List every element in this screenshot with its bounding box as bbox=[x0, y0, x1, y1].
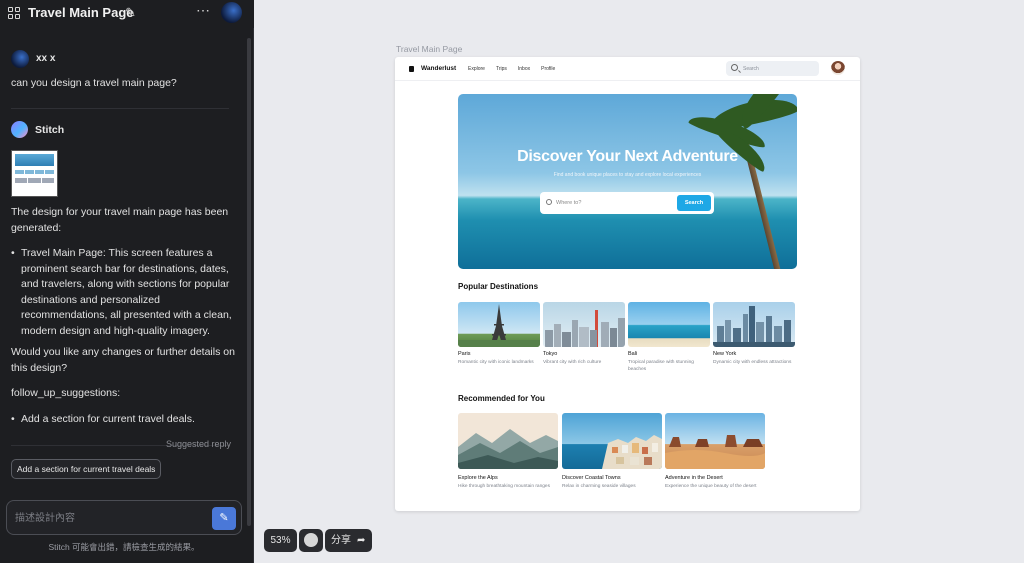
destination-desc: Dynamic city with endless attractions bbox=[713, 360, 792, 365]
message-divider bbox=[11, 108, 229, 109]
destination-name: Bali bbox=[628, 351, 638, 357]
nav-link-explore[interactable]: Explore bbox=[468, 66, 485, 72]
zoom-level-button[interactable]: 53% bbox=[264, 529, 297, 552]
suggested-reply-label: Suggested reply bbox=[166, 439, 232, 449]
alps-image bbox=[458, 413, 558, 469]
account-avatar[interactable] bbox=[221, 2, 242, 23]
recommendation-card[interactable]: Adventure in the Desert Experience the u… bbox=[665, 413, 765, 490]
design-thumbnail[interactable] bbox=[11, 150, 58, 197]
new-york-image bbox=[713, 302, 795, 347]
prompt-input-box: ✎ bbox=[6, 500, 242, 535]
user-avatar bbox=[11, 50, 29, 68]
chat-scrollbar[interactable] bbox=[247, 38, 251, 526]
recommendation-desc: Relax in charming seaside villages bbox=[562, 484, 636, 489]
brand-logo-icon bbox=[409, 66, 414, 72]
hero-title: Discover Your Next Adventure bbox=[517, 148, 738, 165]
destination-desc: Vibrant city with rich culture bbox=[543, 360, 602, 365]
theme-toggle-button[interactable] bbox=[299, 529, 323, 552]
design-frame[interactable]: Wanderlust Explore Trips Inbox Profile D… bbox=[395, 57, 860, 511]
brand-name[interactable]: Wanderlust bbox=[421, 65, 456, 72]
nav-link-profile[interactable]: Profile bbox=[541, 66, 555, 72]
destination-card[interactable]: New York Dynamic city with endless attra… bbox=[713, 302, 795, 366]
search-icon bbox=[731, 64, 738, 71]
edit-brush-icon[interactable]: ✎ bbox=[125, 5, 136, 21]
followup-item: Add a section for current travel deals. bbox=[11, 413, 236, 425]
followup-label: follow_up_suggestions: bbox=[11, 387, 121, 399]
user-message: can you design a travel main page? bbox=[11, 77, 177, 89]
destination-name: Paris bbox=[458, 351, 471, 357]
circle-icon bbox=[304, 533, 318, 547]
popular-section-title: Popular Destinations bbox=[458, 282, 539, 291]
destination-name: New York bbox=[713, 351, 737, 357]
nav-link-inbox[interactable]: Inbox bbox=[518, 66, 530, 72]
bali-image bbox=[628, 302, 710, 347]
stitch-avatar bbox=[11, 121, 28, 138]
prompt-input[interactable] bbox=[15, 510, 205, 526]
assistant-bullet: Travel Main Page: This screen features a… bbox=[11, 246, 236, 339]
paris-image bbox=[458, 302, 540, 347]
destination-card[interactable]: Paris Romantic city with iconic landmark… bbox=[458, 302, 540, 366]
tokyo-image bbox=[543, 302, 625, 347]
recommendation-card[interactable]: Explore the Alps Hike through breathtaki… bbox=[458, 413, 558, 490]
recommendation-name: Discover Coastal Towns bbox=[562, 475, 621, 481]
recommendation-name: Adventure in the Desert bbox=[665, 475, 723, 481]
frame-label[interactable]: Travel Main Page bbox=[396, 44, 462, 54]
recommendation-name: Explore the Alps bbox=[458, 475, 498, 481]
destination-card[interactable]: Tokyo Vibrant city with rich culture bbox=[543, 302, 625, 366]
hero-search-button[interactable]: Search bbox=[677, 195, 711, 211]
nav-search-box bbox=[726, 61, 819, 76]
desert-image bbox=[665, 413, 765, 469]
assistant-bullet-list: Travel Main Page: This screen features a… bbox=[11, 246, 236, 339]
suggested-reply-chip[interactable]: Add a section for current travel deals bbox=[11, 459, 162, 479]
coastal-town-image bbox=[562, 413, 662, 469]
magic-wand-icon: ✎ bbox=[219, 512, 229, 524]
destination-card[interactable]: Bali Tropical paradise with stunning bea… bbox=[628, 302, 710, 373]
recommendation-desc: Hike through breathtaking mountain range… bbox=[458, 484, 550, 489]
app-title: Travel Main Page bbox=[28, 5, 134, 20]
chat-panel: Travel Main Page ✎ ⋯ xx x can you design… bbox=[0, 0, 254, 563]
user-name: xx x bbox=[36, 53, 56, 64]
profile-avatar[interactable] bbox=[831, 61, 845, 75]
destination-input[interactable] bbox=[556, 198, 666, 208]
nav-link-trips[interactable]: Trips bbox=[496, 66, 507, 72]
share-arrow-icon: ➦ bbox=[357, 535, 366, 546]
design-canvas[interactable]: Travel Main Page Wanderlust Explore Trip… bbox=[255, 0, 1024, 563]
recommendation-desc: Experience the unique beauty of the dese… bbox=[665, 484, 757, 489]
search-icon bbox=[546, 199, 552, 205]
nav-search-input[interactable] bbox=[743, 64, 813, 73]
nav-links: Explore Trips Inbox Profile bbox=[468, 66, 555, 72]
assistant-question: Would you like any changes or further de… bbox=[11, 346, 235, 374]
assistant-intro: The design for your travel main page has… bbox=[11, 206, 229, 234]
destination-desc: Romantic city with iconic landmarks bbox=[458, 360, 534, 365]
recommendation-card[interactable]: Discover Coastal Towns Relax in charming… bbox=[562, 413, 662, 490]
assistant-name: Stitch bbox=[35, 124, 65, 136]
more-options-icon[interactable]: ⋯ bbox=[196, 2, 211, 19]
disclaimer-text: Stitch 可能會出錯，請檢查生成的結果。 bbox=[48, 542, 200, 552]
destination-desc: Tropical paradise with stunning beaches bbox=[628, 360, 694, 372]
hero-subtitle: Find and book unique places to stay and … bbox=[553, 172, 702, 178]
site-nav: Wanderlust Explore Trips Inbox Profile bbox=[395, 57, 860, 81]
share-button[interactable]: 分享 ➦ bbox=[325, 529, 372, 552]
destination-name: Tokyo bbox=[543, 351, 558, 357]
generate-button[interactable]: ✎ bbox=[212, 507, 236, 530]
hero-search-bar: Search bbox=[540, 192, 714, 214]
grid-menu-icon[interactable] bbox=[8, 7, 20, 19]
recommended-section-title: Recommended for You bbox=[458, 394, 545, 403]
chat-header: Travel Main Page ✎ ⋯ bbox=[0, 0, 254, 28]
hero-banner: Discover Your Next Adventure Find and bo… bbox=[458, 94, 797, 269]
share-label: 分享 bbox=[331, 535, 351, 546]
